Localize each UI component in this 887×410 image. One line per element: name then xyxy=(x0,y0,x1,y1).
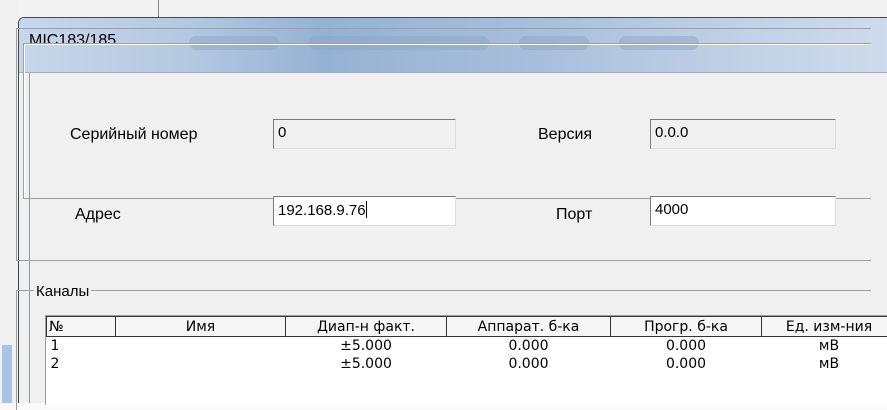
version-label: Версия xyxy=(538,126,592,144)
channels-table: № Имя Диап-н факт. Аппарат. б-ка Прогр. … xyxy=(46,316,887,373)
version-value: 0.0.0 xyxy=(655,124,688,141)
column-header-hw-lib[interactable]: Аппарат. б-ка xyxy=(447,317,611,337)
cell-range: ±5.000 xyxy=(286,337,447,355)
port-input[interactable]: 4000 xyxy=(650,196,836,226)
address-input[interactable]: 192.168.9.76 xyxy=(273,196,456,226)
cell-units: мВ xyxy=(762,337,887,355)
column-header-units[interactable]: Ед. изм-ния xyxy=(762,317,887,337)
cell-name xyxy=(116,355,286,373)
cell-sw-lib: 0.000 xyxy=(611,337,762,355)
port-label: Порт xyxy=(556,206,592,224)
text-caret xyxy=(366,201,367,218)
cell-hw-lib: 0.000 xyxy=(447,355,611,373)
cell-range: ±5.000 xyxy=(286,355,447,373)
column-header-sw-lib[interactable]: Прогр. б-ка xyxy=(611,317,762,337)
cell-number: 2 xyxy=(47,355,116,373)
column-header-range[interactable]: Диап-н факт. xyxy=(286,317,447,337)
address-value: 192.168.9.76 xyxy=(278,202,366,219)
serial-number-value: 0 xyxy=(278,124,286,141)
serial-number-field[interactable]: 0 xyxy=(273,119,456,149)
table-row[interactable]: 1 ±5.000 0.000 0.000 мВ xyxy=(47,337,887,355)
cell-number: 1 xyxy=(47,337,116,355)
version-field[interactable]: 0.0.0 xyxy=(650,119,836,149)
column-header-name[interactable]: Имя xyxy=(116,317,286,337)
background-selection-bar xyxy=(2,345,12,403)
cell-sw-lib: 0.000 xyxy=(611,355,762,373)
serial-number-label: Серийный номер xyxy=(70,126,197,144)
port-value: 4000 xyxy=(655,201,688,218)
address-label: Адрес xyxy=(75,206,121,224)
cell-units: мВ xyxy=(762,355,887,373)
table-row[interactable]: 2 ±5.000 0.000 0.000 мВ xyxy=(47,355,887,373)
cell-hw-lib: 0.000 xyxy=(447,337,611,355)
table-header-row: № Имя Диап-н факт. Аппарат. б-ка Прогр. … xyxy=(47,317,887,337)
cell-name xyxy=(116,337,286,355)
channels-legend: Каналы xyxy=(34,283,91,300)
channels-table-wrapper[interactable]: № Имя Диап-н факт. Аппарат. б-ка Прогр. … xyxy=(45,315,887,405)
column-header-number[interactable]: № xyxy=(47,317,116,337)
